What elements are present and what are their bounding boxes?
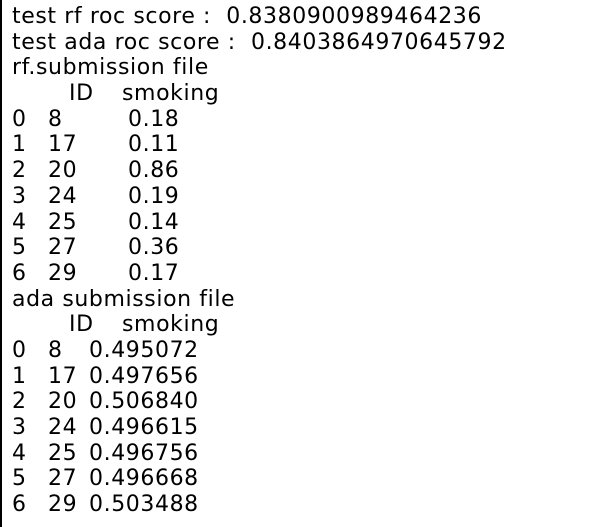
table-row: 2 20 0.506840 bbox=[12, 389, 507, 415]
table-row: 5 27 0.496668 bbox=[12, 466, 507, 492]
row-smoking: 0.18 bbox=[128, 106, 180, 132]
console-output-panel: test rf roc score : 0.8380900989464236 t… bbox=[0, 0, 612, 527]
row-id: 29 bbox=[48, 260, 78, 286]
row-index: 2 bbox=[12, 389, 27, 415]
row-id: 8 bbox=[48, 106, 63, 132]
row-index: 2 bbox=[12, 158, 27, 184]
table-row: 3 24 0.496615 bbox=[12, 415, 507, 441]
table-row: 1 17 0.497656 bbox=[12, 364, 507, 390]
row-smoking: 0.497656 bbox=[89, 363, 199, 389]
row-id: 20 bbox=[48, 389, 78, 415]
ada-roc-score-line: test ada roc score : 0.8403864970645792 bbox=[12, 29, 507, 55]
row-smoking: 0.19 bbox=[128, 183, 180, 209]
console-text: test rf roc score : 0.8380900989464236 t… bbox=[12, 4, 507, 518]
rf-header-id: ID bbox=[69, 81, 94, 107]
row-smoking: 0.11 bbox=[128, 132, 180, 158]
row-smoking: 0.36 bbox=[128, 235, 180, 261]
table-row: 4 25 0.496756 bbox=[12, 441, 507, 467]
row-id: 24 bbox=[48, 415, 78, 440]
row-id: 29 bbox=[48, 492, 78, 518]
ada-submission-title: ada submission file bbox=[12, 286, 236, 312]
rf-table-header: ID smoking bbox=[12, 81, 507, 107]
row-smoking: 0.503488 bbox=[89, 492, 199, 518]
row-index: 0 bbox=[12, 106, 27, 132]
row-smoking: 0.17 bbox=[128, 260, 180, 286]
row-id: 27 bbox=[48, 235, 78, 261]
ada-header-id: ID bbox=[69, 312, 94, 338]
row-index: 4 bbox=[12, 440, 27, 466]
row-index: 6 bbox=[12, 260, 27, 286]
row-index: 5 bbox=[12, 235, 27, 261]
row-id: 17 bbox=[48, 363, 78, 389]
row-id: 25 bbox=[48, 209, 78, 235]
row-id: 27 bbox=[48, 466, 78, 492]
row-index: 6 bbox=[12, 492, 27, 518]
ada-header-smoking: smoking bbox=[122, 312, 220, 338]
table-row: 5 27 0.36 bbox=[12, 235, 507, 261]
rf-submission-title: rf.submission file bbox=[12, 55, 209, 81]
table-row: 0 8 0.495072 bbox=[12, 338, 507, 364]
table-row: 1 17 0.11 bbox=[12, 132, 507, 158]
row-smoking: 0.506840 bbox=[89, 389, 199, 415]
row-id: 8 bbox=[48, 337, 63, 363]
row-index: 1 bbox=[12, 363, 27, 389]
table-row: 4 25 0.14 bbox=[12, 210, 507, 236]
table-row: 3 24 0.19 bbox=[12, 184, 507, 210]
row-index: 4 bbox=[12, 209, 27, 235]
rf-header-smoking: smoking bbox=[122, 81, 220, 107]
row-index: 3 bbox=[12, 183, 27, 209]
row-smoking: 0.14 bbox=[128, 209, 180, 235]
row-index: 3 bbox=[12, 415, 27, 440]
table-row: 2 20 0.86 bbox=[12, 158, 507, 184]
table-row: 6 29 0.503488 bbox=[12, 492, 507, 518]
row-id: 17 bbox=[48, 132, 78, 158]
row-id: 24 bbox=[48, 183, 78, 209]
ada-table-header: ID smoking bbox=[12, 312, 507, 338]
row-smoking: 0.86 bbox=[128, 158, 180, 184]
table-row: 0 8 0.18 bbox=[12, 107, 507, 133]
table-row: 6 29 0.17 bbox=[12, 261, 507, 287]
row-smoking: 0.495072 bbox=[89, 337, 199, 363]
row-smoking: 0.496668 bbox=[89, 466, 199, 492]
row-id: 20 bbox=[48, 158, 78, 184]
rf-roc-score-line: test rf roc score : 0.8380900989464236 bbox=[12, 4, 482, 29]
row-index: 1 bbox=[12, 132, 27, 158]
row-id: 25 bbox=[48, 440, 78, 466]
row-smoking: 0.496756 bbox=[89, 440, 199, 466]
row-smoking: 0.496615 bbox=[89, 415, 199, 440]
row-index: 0 bbox=[12, 337, 27, 363]
row-index: 5 bbox=[12, 466, 27, 492]
